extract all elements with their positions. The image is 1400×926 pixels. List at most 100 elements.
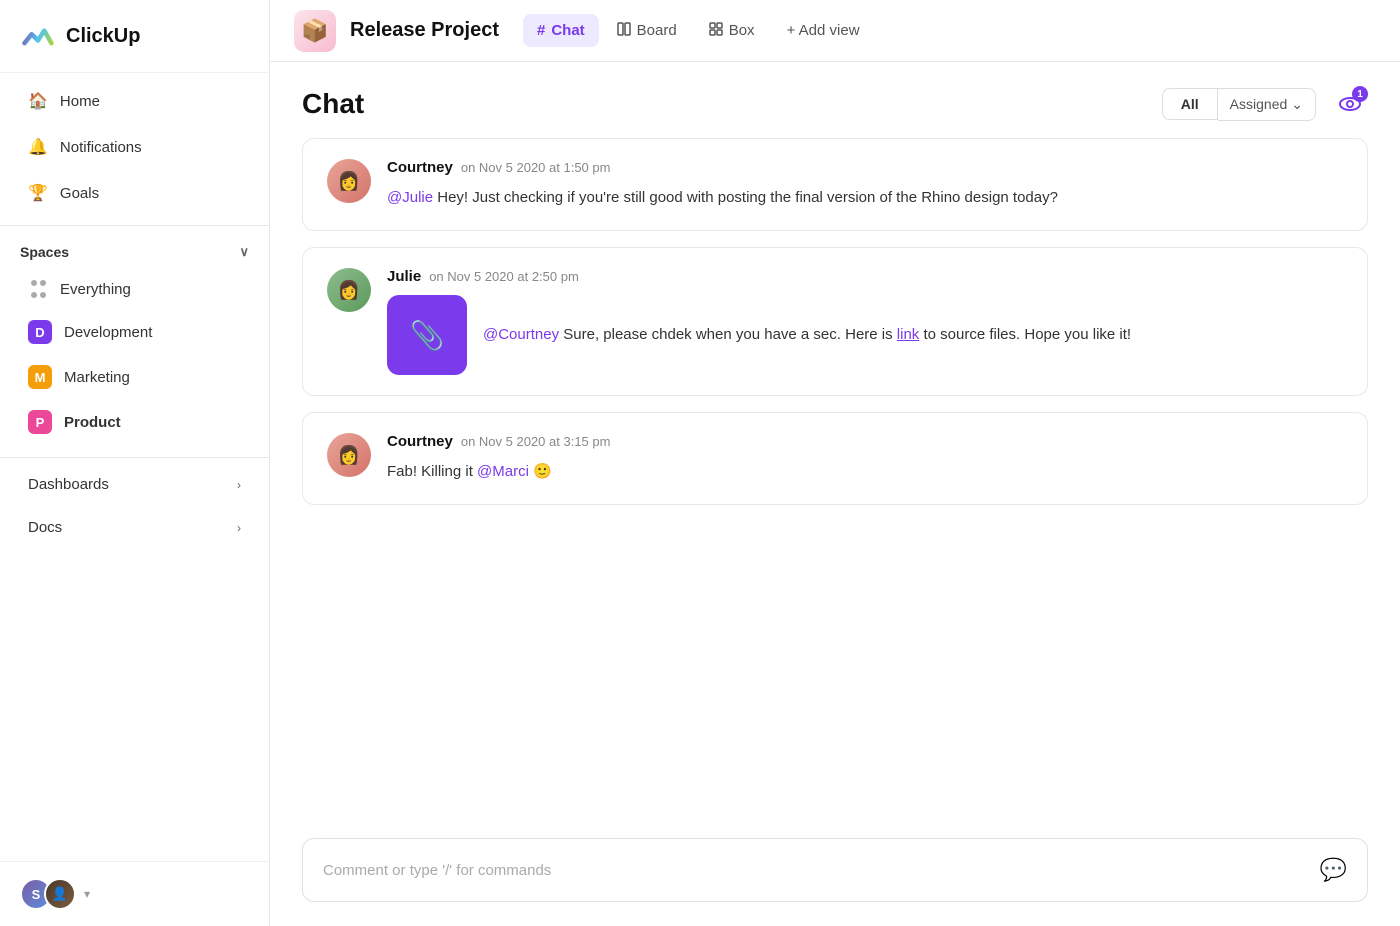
box-tab-icon	[709, 22, 723, 40]
chat-title: Chat	[302, 88, 364, 120]
sidebar-item-docs[interactable]: Docs ›	[8, 507, 261, 548]
chat-header: Chat All Assigned ⌄ 1	[270, 62, 1400, 138]
sidebar-item-notifications-label: Notifications	[60, 139, 142, 156]
avatar-courtney-2: 👩	[327, 433, 371, 477]
attachment-row: 📎 @Courtney Sure, please chdek when you …	[387, 295, 1343, 375]
avatar-d: 👤	[44, 878, 76, 910]
tab-list: # Chat Board Box + Add view	[523, 14, 1376, 48]
sidebar-item-everything-label: Everything	[60, 281, 131, 298]
message-card: 👩 Courtney on Nov 5 2020 at 1:50 pm @Jul…	[302, 138, 1368, 231]
development-badge: D	[28, 320, 52, 344]
logo-area: ClickUp	[0, 0, 269, 73]
tab-board[interactable]: Board	[603, 14, 691, 48]
message-time-3: on Nov 5 2020 at 3:15 pm	[461, 434, 611, 449]
message-text-2a: Sure, please chdek when you have a sec. …	[563, 326, 897, 343]
docs-label: Docs	[28, 519, 62, 536]
bottom-nav: Dashboards › Docs ›	[0, 462, 269, 550]
mention-julie: @Julie	[387, 189, 433, 206]
message-text-1: Hey! Just checking if you're still good …	[437, 189, 1058, 206]
sidebar-item-marketing-label: Marketing	[64, 369, 130, 386]
mention-marci: @Marci	[477, 463, 529, 480]
filter-assigned-label: Assigned	[1230, 96, 1288, 112]
paperclip-icon: 📎	[410, 319, 445, 352]
comment-bubble-icon: 💬	[1320, 857, 1347, 883]
mention-courtney: @Courtney	[483, 326, 559, 343]
tab-chat-label: Chat	[551, 22, 584, 39]
tab-chat[interactable]: # Chat	[523, 14, 599, 47]
message-author-2: Julie	[387, 268, 421, 285]
message-content-3: Courtney on Nov 5 2020 at 3:15 pm Fab! K…	[387, 433, 1343, 484]
divider-bottom-nav	[0, 457, 269, 458]
spaces-label: Spaces	[20, 244, 69, 260]
sidebar-item-goals[interactable]: 🏆 Goals	[8, 171, 261, 215]
message-card: 👩 Courtney on Nov 5 2020 at 3:15 pm Fab!…	[302, 412, 1368, 505]
sidebar-item-marketing[interactable]: M Marketing	[8, 355, 261, 399]
message-time: on Nov 5 2020 at 1:50 pm	[461, 160, 611, 175]
sidebar-item-notifications[interactable]: 🔔 Notifications	[8, 125, 261, 169]
watch-button[interactable]: 1	[1332, 86, 1368, 122]
filter-assigned-button[interactable]: Assigned ⌄	[1218, 88, 1316, 121]
message-author: Courtney	[387, 159, 453, 176]
messages-list: 👩 Courtney on Nov 5 2020 at 1:50 pm @Jul…	[270, 138, 1400, 838]
chevron-right-icon: ›	[237, 478, 241, 492]
bell-icon: 🔔	[28, 137, 48, 157]
message-content-2: Julie on Nov 5 2020 at 2:50 pm 📎 @Courtn…	[387, 268, 1343, 375]
chevron-right-icon-docs: ›	[237, 521, 241, 535]
home-icon: 🏠	[28, 91, 48, 111]
footer-dropdown-arrow[interactable]: ▾	[84, 887, 90, 901]
sidebar-item-product[interactable]: P Product	[8, 400, 261, 444]
sidebar-item-development-label: Development	[64, 324, 152, 341]
comment-placeholder: Comment or type '/' for commands	[323, 862, 551, 879]
project-icon: 📦	[294, 10, 336, 52]
message-author-3: Courtney	[387, 433, 453, 450]
everything-icon	[28, 279, 48, 299]
message-text-2b: to source files. Hope you like it!	[923, 326, 1131, 343]
add-view-label: + Add view	[787, 22, 860, 39]
tab-box-label: Box	[729, 22, 755, 39]
tab-board-label: Board	[637, 22, 677, 39]
sidebar-item-dashboards[interactable]: Dashboards ›	[8, 464, 261, 505]
add-view-button[interactable]: + Add view	[773, 14, 874, 47]
sidebar-footer: S 👤 ▾	[0, 861, 269, 926]
watch-badge: 1	[1352, 86, 1368, 102]
trophy-icon: 🏆	[28, 183, 48, 203]
message-header-2: Julie on Nov 5 2020 at 2:50 pm	[387, 268, 1343, 285]
sidebar: ClickUp 🏠 Home 🔔 Notifications 🏆 Goals S…	[0, 0, 270, 926]
board-tab-icon	[617, 22, 631, 40]
tab-box[interactable]: Box	[695, 14, 769, 48]
main-content: 📦 Release Project # Chat Board Box + Add…	[270, 0, 1400, 926]
avatar-julie: 👩	[327, 268, 371, 312]
message-text-3b: 🙂	[533, 463, 552, 480]
message-body-3: Fab! Killing it @Marci 🙂	[387, 460, 1343, 484]
chat-tab-icon: #	[537, 22, 545, 39]
spaces-header[interactable]: Spaces ∨	[0, 230, 269, 268]
message-header-3: Courtney on Nov 5 2020 at 3:15 pm	[387, 433, 1343, 450]
message-time-2: on Nov 5 2020 at 2:50 pm	[429, 269, 579, 284]
message-content: Courtney on Nov 5 2020 at 1:50 pm @Julie…	[387, 159, 1343, 210]
clickup-logo-icon	[20, 18, 56, 54]
spaces-list: Everything D Development M Marketing P P…	[0, 268, 269, 445]
comment-input-bar[interactable]: Comment or type '/' for commands 💬	[302, 838, 1368, 902]
chevron-down-filter-icon: ⌄	[1291, 96, 1303, 113]
sidebar-item-everything[interactable]: Everything	[8, 269, 261, 309]
product-badge: P	[28, 410, 52, 434]
sidebar-item-goals-label: Goals	[60, 185, 99, 202]
main-nav: 🏠 Home 🔔 Notifications 🏆 Goals	[0, 73, 269, 221]
project-title: Release Project	[350, 19, 499, 42]
source-link[interactable]: link	[897, 326, 920, 343]
sidebar-item-home-label: Home	[60, 93, 100, 110]
message-body: @Julie Hey! Just checking if you're stil…	[387, 186, 1343, 210]
marketing-badge: M	[28, 365, 52, 389]
sidebar-item-development[interactable]: D Development	[8, 310, 261, 354]
divider-spaces	[0, 225, 269, 226]
message-body-2: @Courtney Sure, please chdek when you ha…	[483, 323, 1131, 347]
filter-all-button[interactable]: All	[1162, 88, 1218, 120]
topbar: 📦 Release Project # Chat Board Box + Add…	[270, 0, 1400, 62]
sidebar-item-home[interactable]: 🏠 Home	[8, 79, 261, 123]
app-name: ClickUp	[66, 25, 140, 48]
avatar-courtney: 👩	[327, 159, 371, 203]
attachment-thumbnail[interactable]: 📎	[387, 295, 467, 375]
message-text-3a: Fab! Killing it	[387, 463, 477, 480]
avatar-group: S 👤	[20, 878, 76, 910]
chat-area: Chat All Assigned ⌄ 1	[270, 62, 1400, 926]
